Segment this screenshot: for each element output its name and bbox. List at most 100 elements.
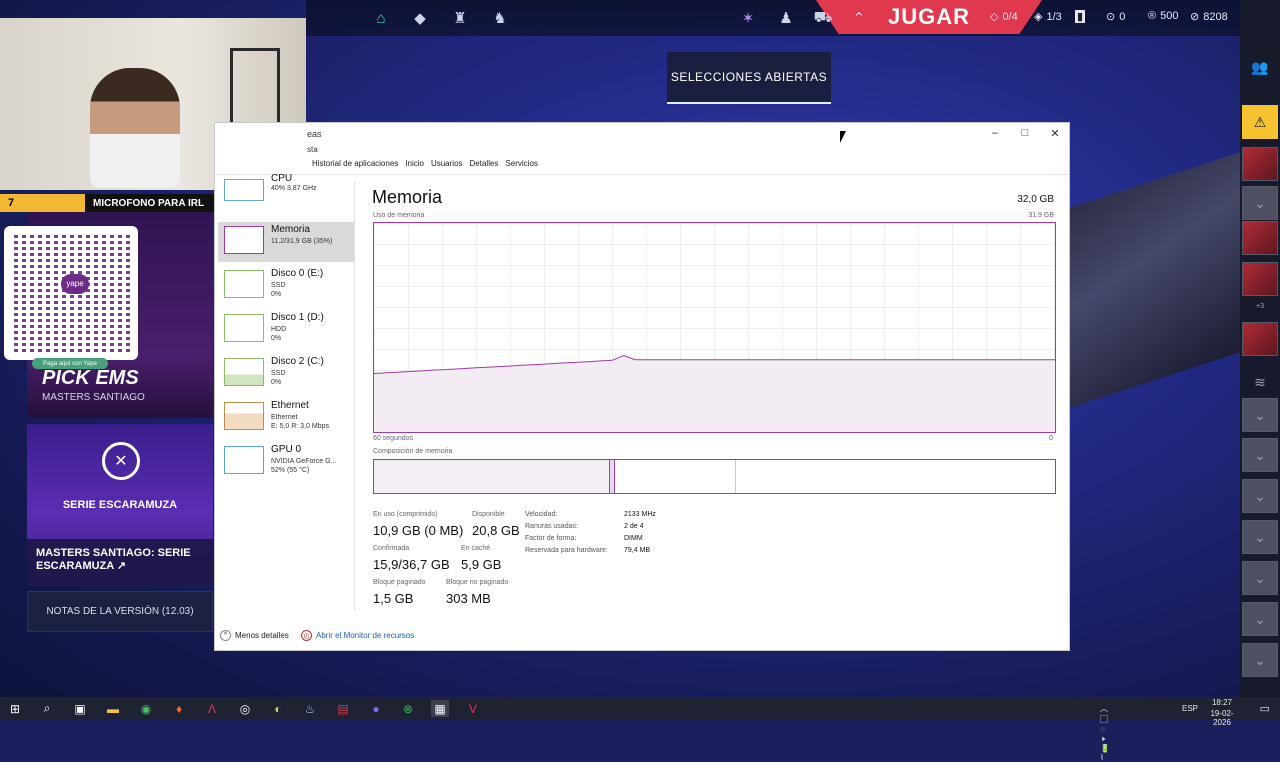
friend-offline-avatar[interactable]: ⌄ [1242, 643, 1278, 677]
goal-count: 7 [0, 194, 85, 212]
resource-monitor-link[interactable]: ◴ Abrir el Monitor de recursos [301, 630, 414, 641]
friend-offline-avatar[interactable]: ⌄ [1242, 398, 1278, 432]
career-icon[interactable]: ♜ [450, 8, 470, 28]
serie-card-title[interactable]: MASTERS SANTIAGO: SERIE ESCARAMUZA ↗ [27, 539, 213, 586]
clock-time[interactable]: 18:27 [1202, 698, 1242, 707]
composition-in-use [374, 460, 610, 493]
agents-icon[interactable]: ◆ [410, 8, 430, 28]
open-selections-banner[interactable]: SELECCIONES ABIERTAS [667, 52, 831, 104]
serie-name: SERIE ESCARAMUZA [62, 499, 178, 511]
friend-avatar[interactable] [1242, 147, 1278, 181]
sidebar-item-disk2[interactable]: Disco 2 (C:) SSD 0% [218, 354, 354, 394]
prop-value: 79,4 MB [624, 547, 651, 554]
minimize-icon[interactable]: – [985, 127, 1005, 139]
stat-value: 20,8 GB [472, 523, 520, 538]
stat-label: Confirmada [373, 545, 410, 552]
memory-composition-bar [373, 459, 1056, 494]
task-view-icon[interactable]: ▣ [71, 700, 89, 717]
friend-avatar[interactable] [1242, 322, 1278, 356]
obs-icon[interactable]: ◎ [236, 700, 254, 717]
menu-bar[interactable]: sta [307, 145, 318, 154]
steam-icon[interactable]: ♨ [301, 700, 319, 717]
tab-users[interactable]: Usuarios [431, 159, 463, 175]
fewer-details-button[interactable]: ^ Menos detalles [220, 630, 289, 641]
tray-icons[interactable]: ︿ ▢ ◌ 🕨 🔋 ⌇ [1100, 703, 1110, 762]
resource-monitor-icon: ◴ [301, 630, 312, 641]
friend-offline-avatar[interactable]: ⌄ [1242, 561, 1278, 595]
home-icon[interactable]: ⌂ [371, 8, 391, 28]
serie-escaramuza-card[interactable]: ✕ SERIE ESCARAMUZA MASTERS SANTIAGO: SER… [27, 424, 213, 586]
agent-icon[interactable]: ⌄ [1242, 186, 1278, 220]
tab-services[interactable]: Servicios [505, 159, 537, 175]
friend-offline-avatar[interactable]: ⌄ [1242, 520, 1278, 554]
xbox-icon[interactable]: ⊗ [399, 700, 417, 717]
riot-client-icon[interactable]: Λ [203, 700, 221, 717]
language-indicator[interactable]: ESP [1182, 704, 1198, 713]
stat-value: 10,9 GB (0 MB) [373, 523, 464, 538]
brave-icon[interactable]: ♦ [170, 700, 188, 717]
sidebar-item-detail: SSD [271, 282, 286, 289]
memory-usage-graph [373, 222, 1056, 433]
prop-label: Reservada para hardware: [525, 547, 608, 554]
cpu-sparkline [224, 179, 264, 201]
app-icon[interactable]: ◐ [269, 700, 287, 717]
friend-avatar[interactable] [1242, 262, 1278, 296]
clock-date[interactable]: 19-02-2026 [1202, 709, 1242, 727]
sidebar-item-value: E: 5,0 R: 3,0 Mbps [271, 423, 329, 430]
stat-tokens: ⊙ 0 [1106, 10, 1126, 24]
patch-notes-button[interactable]: NOTAS DE LA VERSIÓN (12.03) [27, 591, 213, 632]
sidebar-item-disk1[interactable]: Disco 1 (D:) HDD 0% [218, 310, 354, 350]
chrome-icon[interactable]: ◉ [137, 700, 155, 717]
donation-goal-bar: 7 MICROFONO PARA IRL [0, 194, 214, 212]
app-icon[interactable]: ▤ [334, 700, 352, 717]
usage-graph-label: Uso de memoria [373, 212, 425, 219]
serie-logo-icon: ✕ [102, 442, 140, 480]
sidebar-item-disk0[interactable]: Disco 0 (E:) SSD 0% [218, 266, 354, 306]
windows-start-icon[interactable]: ⊞ [6, 700, 24, 717]
search-icon[interactable]: ⌕ [38, 700, 56, 717]
stat-missions: ◇ 0/4 [990, 10, 1018, 24]
friend-offline-avatar[interactable]: ⌄ [1242, 479, 1278, 513]
tab-details[interactable]: Detalles [470, 159, 499, 175]
friend-offline-avatar[interactable]: ⌄ [1242, 438, 1278, 472]
pickems-subtitle: MASTERS SANTIAGO [42, 392, 145, 403]
store-icon[interactable]: ⛟ [813, 8, 833, 28]
stat-label: Bloque paginado [373, 579, 426, 586]
friend-offline-avatar[interactable]: ⌄ [1242, 602, 1278, 636]
collection-icon[interactable]: ♟ [776, 8, 796, 28]
sidebar-item-gpu[interactable]: GPU 0 NVIDIA GeForce G... 52% (55 °C) [218, 442, 354, 482]
friend-avatar[interactable] [1242, 221, 1278, 255]
card-icon[interactable]: ▮ [1075, 10, 1086, 23]
diamond-icon: ◇ [990, 11, 999, 23]
discord-icon[interactable]: ● [367, 700, 385, 717]
tab-startup[interactable]: Inicio [405, 159, 424, 175]
prop-label: Ranuras usadas: [525, 523, 578, 530]
file-explorer-icon[interactable]: ▬ [104, 700, 122, 717]
window-titlebar[interactable]: eas – □ ✕ [215, 123, 1069, 145]
sidebar-item-detail: 11,2/31,9 GB (35%) [271, 238, 333, 245]
stat-value: 15,9/36,7 GB [373, 557, 450, 572]
radianite-icon: ® [1148, 10, 1157, 22]
friends-icon[interactable]: 👥 [1242, 50, 1278, 84]
notifications-icon[interactable]: ▭ [1260, 702, 1270, 715]
yape-pay-label: Paga aquí con Yape [32, 358, 108, 369]
goal-label: MICROFONO PARA IRL [93, 197, 205, 209]
maximize-icon[interactable]: □ [1015, 127, 1035, 139]
premier-icon[interactable]: ✶ [738, 8, 758, 28]
close-icon[interactable]: ✕ [1045, 127, 1065, 140]
sidebar-item-ethernet[interactable]: Ethernet Ethernet E: 5,0 R: 3,0 Mbps [218, 398, 354, 438]
sidebar-item-cpu[interactable]: CPU 40% 3,87 GHz [218, 173, 354, 205]
ethernet-sparkline [224, 402, 264, 430]
sidebar-item-value: 0% [271, 335, 282, 342]
valorant-icon[interactable]: V [464, 700, 482, 717]
task-manager-icon[interactable]: ▦ [431, 700, 449, 717]
warning-icon[interactable]: ⚠ [1242, 105, 1278, 139]
sidebar-item-memory[interactable]: Memoria 11,2/31,9 GB (35%) [218, 222, 354, 262]
yape-logo: yape [61, 274, 89, 294]
usage-graph-max: 31,9 GB [1028, 212, 1054, 219]
usage-area [374, 355, 1055, 432]
token-icon: ⊙ [1106, 11, 1116, 23]
battlepass-icon[interactable]: ♞ [490, 8, 510, 28]
rank-icon[interactable]: ⌃ [849, 8, 869, 28]
pickems-title: PICK EMS [42, 367, 139, 389]
